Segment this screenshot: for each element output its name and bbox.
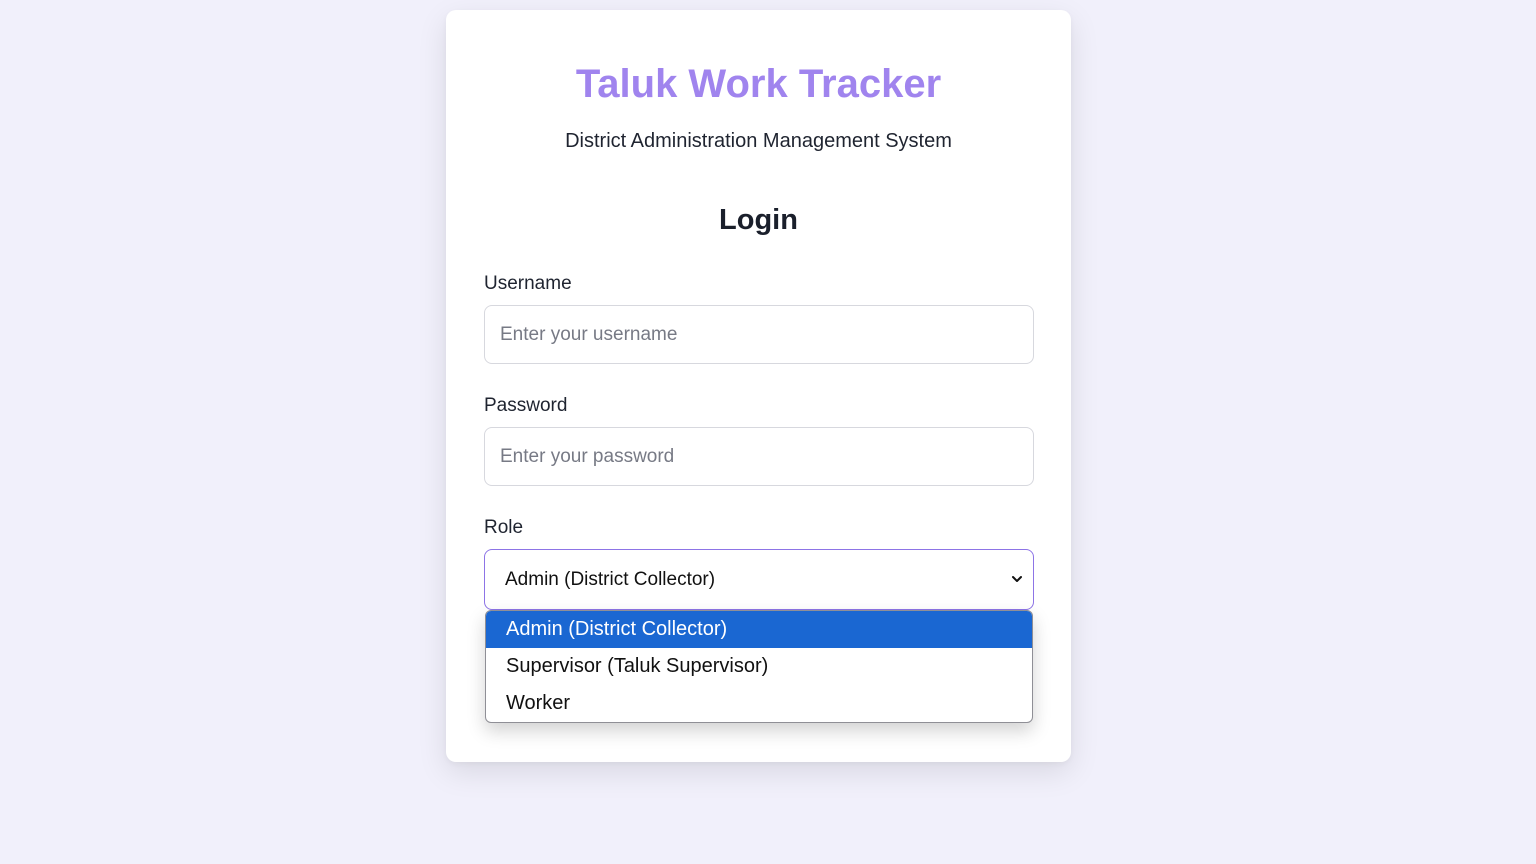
- chevron-down-icon: [1012, 576, 1022, 582]
- password-label: Password: [484, 395, 568, 416]
- username-input[interactable]: [484, 305, 1034, 364]
- app-subtitle: District Administration Management Syste…: [565, 130, 952, 152]
- role-select-value: Admin (District Collector): [505, 568, 716, 590]
- role-dropdown-list: Admin (District Collector) Supervisor (T…: [485, 610, 1033, 723]
- role-select[interactable]: Admin (District Collector): [484, 549, 1034, 610]
- role-label: Role: [484, 517, 524, 538]
- role-option-admin[interactable]: Admin (District Collector): [486, 611, 1032, 648]
- password-input[interactable]: [484, 427, 1034, 486]
- app-title: Taluk Work Tracker: [575, 62, 942, 106]
- username-label: Username: [484, 273, 572, 294]
- role-option-supervisor[interactable]: Supervisor (Taluk Supervisor): [486, 648, 1032, 685]
- role-option-worker[interactable]: Worker: [486, 685, 1032, 722]
- login-heading: Login: [719, 204, 798, 236]
